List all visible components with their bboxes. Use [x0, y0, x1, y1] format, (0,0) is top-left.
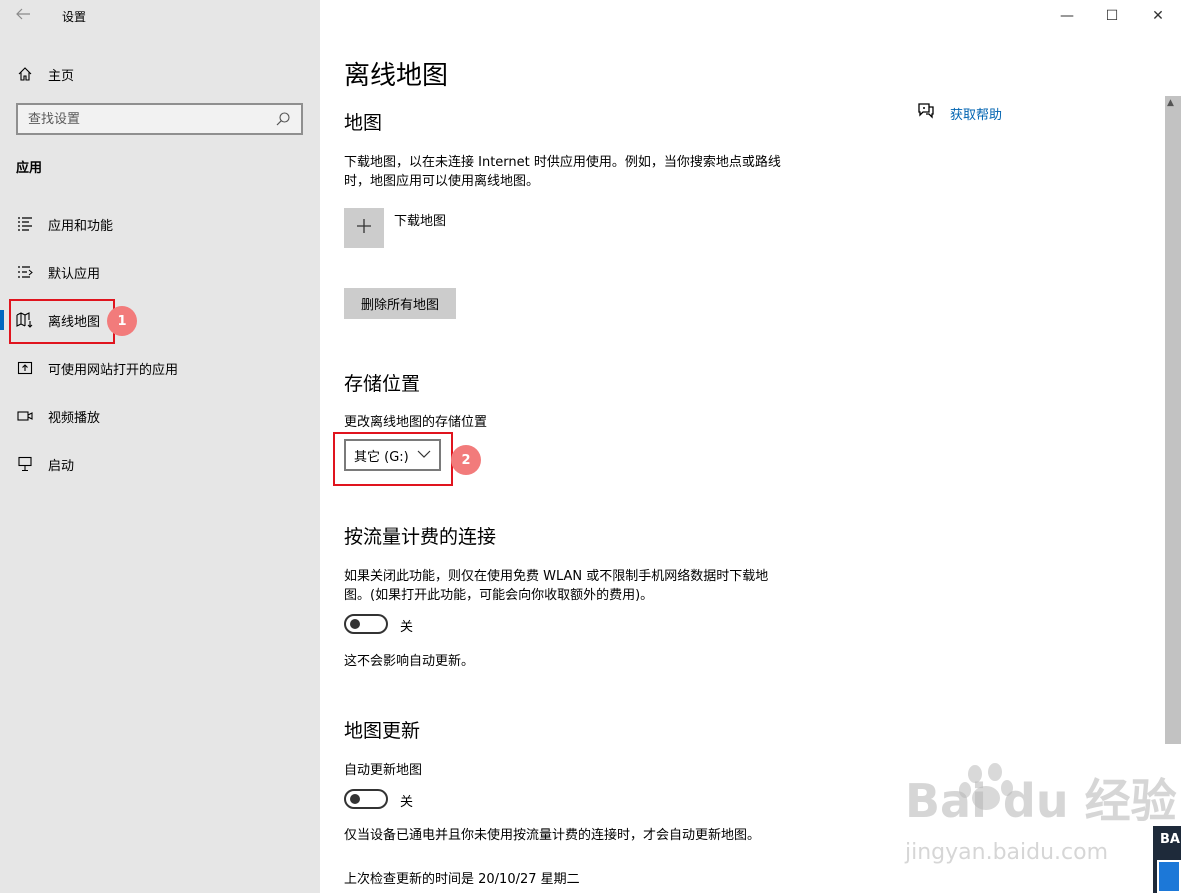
download-maps-label[interactable]: 下载地图 — [394, 210, 446, 229]
get-help-link[interactable]: 获取帮助 — [916, 102, 1002, 124]
auto-update-toggle[interactable] — [344, 789, 388, 809]
annotation-badge-2: 2 — [451, 445, 481, 475]
minimize-button[interactable]: — — [1057, 8, 1077, 24]
maps-heading: 地图 — [344, 112, 383, 134]
auto-update-note: 仅当设备已通电并且你未使用按流量计费的连接时，才会自动更新地图。 — [344, 828, 761, 843]
updates-heading: 地图更新 — [344, 720, 421, 742]
sidebar-item-default-apps[interactable]: 默认应用 — [0, 254, 320, 290]
back-arrow-icon[interactable] — [14, 5, 34, 25]
corner-blue-block — [1157, 860, 1181, 893]
apps-websites-icon — [16, 359, 34, 377]
corner-badge-text: BA — [1160, 832, 1180, 847]
startup-icon — [16, 455, 34, 473]
delete-all-maps-button[interactable]: 删除所有地图 — [344, 288, 456, 319]
storage-label: 更改离线地图的存储位置 — [344, 415, 488, 430]
sidebar-item-startup[interactable]: 启动 — [0, 446, 320, 482]
home-nav[interactable]: 主页 — [16, 63, 74, 85]
sidebar-item-label: 启动 — [48, 458, 75, 474]
page-title: 离线地图 — [344, 61, 449, 91]
metered-toggle[interactable] — [344, 614, 388, 634]
last-checked-text: 上次检查更新的时间是 20/10/27 星期二 — [344, 872, 580, 887]
plus-icon — [356, 218, 372, 238]
help-chat-icon — [916, 102, 936, 124]
storage-heading: 存储位置 — [344, 373, 421, 395]
sidebar-item-apps-features[interactable]: 应用和功能 — [0, 206, 320, 242]
search-icon[interactable] — [275, 111, 291, 127]
app-title: 设置 — [62, 10, 87, 24]
annotation-box-2 — [333, 432, 453, 486]
metered-note: 这不会影响自动更新。 — [344, 654, 475, 669]
sidebar-item-apps-websites[interactable]: 可使用网站打开的应用 — [0, 350, 320, 386]
annotation-badge-1: 1 — [107, 306, 137, 336]
auto-update-toggle-state: 关 — [400, 795, 414, 810]
sidebar-item-label: 视频播放 — [48, 410, 101, 426]
toggle-knob — [350, 619, 360, 629]
home-icon — [16, 65, 34, 83]
home-label: 主页 — [48, 68, 75, 84]
corner-badge: BA — [1153, 826, 1181, 893]
watermark-brand: Bai du 经验 — [905, 774, 1177, 828]
annotation-box-1 — [9, 299, 115, 344]
maximize-button[interactable]: ☐ — [1102, 8, 1122, 24]
toggle-knob — [350, 794, 360, 804]
metered-toggle-state: 关 — [400, 620, 414, 635]
section-title: 应用 — [16, 161, 43, 176]
sidebar-item-video-playback[interactable]: 视频播放 — [0, 398, 320, 434]
download-maps-button[interactable] — [344, 208, 384, 248]
video-playback-icon — [16, 407, 34, 425]
close-button[interactable]: ✕ — [1148, 8, 1168, 24]
scrollbar[interactable] — [1165, 96, 1181, 744]
metered-heading: 按流量计费的连接 — [344, 526, 497, 548]
get-help-label: 获取帮助 — [950, 107, 1003, 123]
search-input[interactable] — [28, 111, 275, 127]
watermark-url: jingyan.baidu.com — [905, 840, 1109, 865]
metered-description: 如果关闭此功能，则仅在使用免费 WLAN 或不限制手机网络数据时下载地图。(如果… — [344, 569, 769, 603]
maps-description: 下载地图，以在未连接 Internet 时供应用使用。例如，当你搜索地点或路线时… — [344, 155, 781, 189]
sidebar-item-label: 可使用网站打开的应用 — [48, 362, 179, 378]
sidebar: 设置 主页 应用 应用和功能 默认应用 离线地图 可使用网站打 — [0, 0, 320, 893]
search-box[interactable] — [16, 103, 303, 135]
scroll-up-arrow-icon[interactable]: ▲ — [1167, 98, 1174, 108]
sidebar-item-label: 应用和功能 — [48, 218, 114, 234]
sidebar-item-label: 默认应用 — [48, 266, 101, 282]
auto-update-label: 自动更新地图 — [344, 763, 423, 778]
apps-features-icon — [16, 215, 34, 233]
default-apps-icon — [16, 263, 34, 281]
